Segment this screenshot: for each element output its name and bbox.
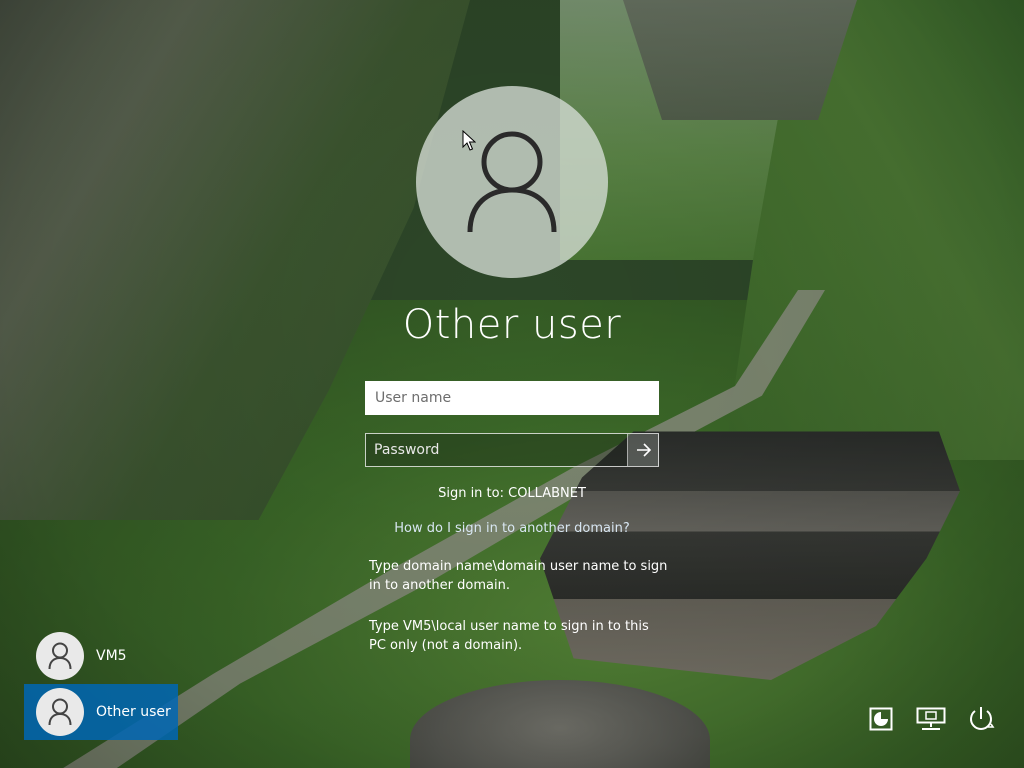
sign-in-domain-label: Sign in to: COLLABNET bbox=[438, 486, 586, 501]
password-field-wrapper bbox=[365, 433, 659, 467]
user-entry-label: Other user bbox=[96, 704, 171, 720]
help-text-domain: Type domain name\domain user name to sig… bbox=[369, 559, 668, 593]
ease-of-access-icon bbox=[869, 707, 893, 731]
user-entry-vm5[interactable]: VM5 bbox=[24, 628, 178, 684]
username-field-wrapper bbox=[365, 381, 659, 415]
network-icon bbox=[916, 707, 946, 730]
arrow-right-icon bbox=[636, 443, 651, 457]
other-domain-help-link[interactable]: How do I sign in to another domain? bbox=[312, 521, 712, 536]
user-silhouette-icon bbox=[48, 698, 72, 726]
power-icon bbox=[970, 707, 995, 730]
password-input[interactable] bbox=[365, 433, 659, 467]
user-switcher: VM5 Other user bbox=[24, 628, 178, 740]
username-input[interactable] bbox=[365, 381, 659, 415]
avatar bbox=[36, 688, 84, 736]
avatar bbox=[36, 632, 84, 680]
user-silhouette-icon bbox=[48, 642, 72, 670]
submit-button[interactable] bbox=[627, 434, 659, 466]
system-controls bbox=[866, 704, 996, 734]
mouse-pointer-icon bbox=[462, 130, 476, 151]
power-button[interactable] bbox=[966, 704, 996, 734]
user-name-heading: Other user bbox=[402, 302, 622, 348]
user-entry-other-user[interactable]: Other user bbox=[24, 684, 178, 740]
network-button[interactable] bbox=[916, 704, 946, 734]
help-text-local: Type VM5\local user name to sign in to t… bbox=[369, 619, 649, 653]
user-silhouette-icon bbox=[467, 131, 557, 233]
user-entry-label: VM5 bbox=[96, 648, 127, 664]
ease-of-access-button[interactable] bbox=[866, 704, 896, 734]
user-avatar bbox=[416, 86, 608, 278]
